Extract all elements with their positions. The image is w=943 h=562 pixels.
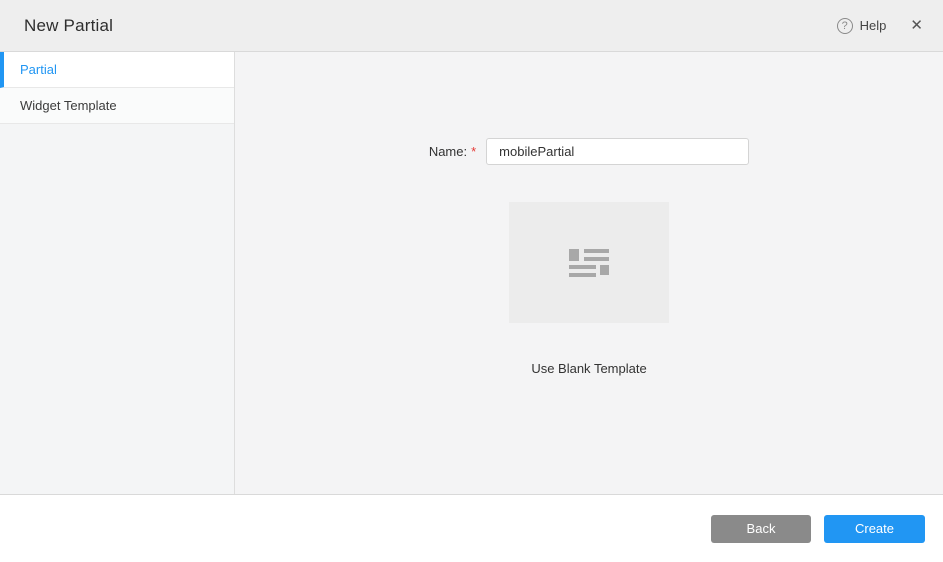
close-icon[interactable]: ✕ [908,16,925,35]
blank-template-card[interactable]: Use Blank Template [509,202,669,376]
main-panel: Name: * [235,52,943,494]
content-layout-icon [569,249,609,277]
page-title: New Partial [24,16,113,36]
create-button[interactable]: Create [824,515,925,543]
help-label: Help [860,18,887,33]
header-actions: ? Help ✕ [837,16,925,35]
dialog-footer: Back Create [0,495,943,562]
dialog-header: New Partial ? Help ✕ [0,0,943,52]
template-type-sidebar: Partial Widget Template [0,52,235,494]
name-input[interactable] [486,138,749,165]
name-label: Name: [429,144,467,159]
sidebar-item-label: Widget Template [20,98,117,113]
back-button[interactable]: Back [711,515,811,543]
name-field-row: Name: * [235,138,943,165]
use-blank-template-label[interactable]: Use Blank Template [531,361,646,376]
new-partial-dialog: New Partial ? Help ✕ Partial Widget Temp… [0,0,943,562]
help-question-icon: ? [837,18,853,34]
help-button[interactable]: ? Help [837,18,887,34]
sidebar-item-widget-template[interactable]: Widget Template [0,88,234,124]
dialog-body: Partial Widget Template Name: * [0,52,943,495]
blank-template-thumbnail[interactable] [509,202,669,323]
sidebar-item-partial[interactable]: Partial [0,52,234,88]
required-asterisk: * [471,144,476,159]
sidebar-item-label: Partial [20,62,57,77]
